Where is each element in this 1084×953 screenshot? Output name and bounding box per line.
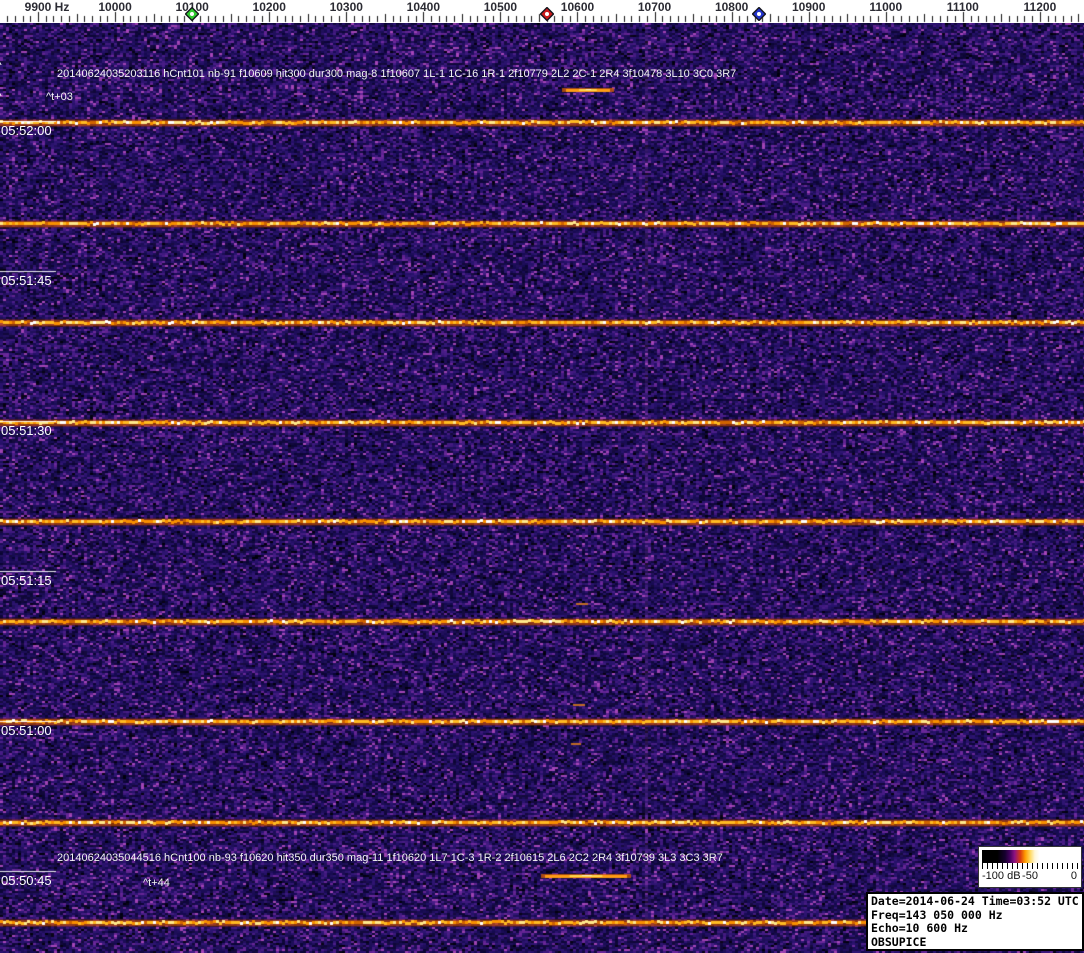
green-diamond-marker[interactable] — [185, 7, 199, 21]
time-label-1: 05:51:45 — [1, 273, 52, 288]
time-label-3: 05:51:15 — [1, 573, 52, 588]
red-diamond-marker[interactable] — [540, 7, 554, 21]
blue-diamond-marker[interactable] — [752, 7, 766, 21]
freq-label-10700: 10700 — [638, 0, 671, 14]
freq-label-10200: 10200 — [253, 0, 286, 14]
colorbar-mid-label: -50 — [1022, 870, 1038, 882]
info-echo: Echo=10 600 Hz — [871, 922, 1079, 936]
colorbar-tick-ruler — [982, 863, 1078, 869]
detection-annotation-1: 20140624035203116 hCnt101 nb-91 f10609 h… — [57, 68, 736, 80]
time-label-5: 05:50:45 — [1, 873, 52, 888]
spectrogram-viewer: 9900 Hz100001010010200103001040010500106… — [0, 0, 1084, 953]
time-label-2: 05:51:30 — [1, 423, 52, 438]
freq-label-10500: 10500 — [484, 0, 517, 14]
freq-label-10300: 10300 — [330, 0, 363, 14]
time-label-0: 05:52:00 — [1, 123, 52, 138]
info-station: OBSUPICE — [871, 936, 1079, 950]
freq-label-10000: 10000 — [98, 0, 131, 14]
freq-label-11100: 11100 — [947, 0, 979, 14]
info-frequency: Freq=143 050 000 Hz — [871, 909, 1079, 923]
freq-label-11200: 11200 — [1024, 0, 1057, 14]
time-label-4: 05:51:00 — [1, 723, 52, 738]
freq-label-10400: 10400 — [407, 0, 440, 14]
detection-marker-2: ^t+44 — [143, 877, 170, 889]
freq-label-10600: 10600 — [561, 0, 594, 14]
left-edge-mark-0: ^ — [0, 58, 2, 72]
colorbar-min-label: -100 dB — [982, 870, 1021, 882]
freq-label-10900: 10900 — [792, 0, 825, 14]
frequency-ruler: 9900 Hz100001010010200103001040010500106… — [0, 0, 1084, 23]
colorbar-max-label: 0 — [1071, 870, 1077, 882]
left-edge-mark-1: ^ — [0, 89, 2, 103]
freq-label-11000: 11000 — [869, 0, 902, 14]
observation-info-box: Date=2014-06-24 Time=03:52 UTC Freq=143 … — [866, 892, 1084, 951]
colorbar-gradient — [982, 850, 1078, 863]
detection-marker-1: ^t+03 — [46, 91, 73, 103]
freq-label-10800: 10800 — [715, 0, 748, 14]
info-date-time: Date=2014-06-24 Time=03:52 UTC — [871, 895, 1079, 909]
freq-label-9900: 9900 Hz — [25, 0, 70, 14]
spectrogram-canvas — [0, 23, 1084, 953]
detection-annotation-2: 20140624035044516 hCnt100 nb-93 f10620 h… — [57, 852, 723, 864]
colorbar-legend: -100 dB -50 0 — [978, 846, 1082, 888]
